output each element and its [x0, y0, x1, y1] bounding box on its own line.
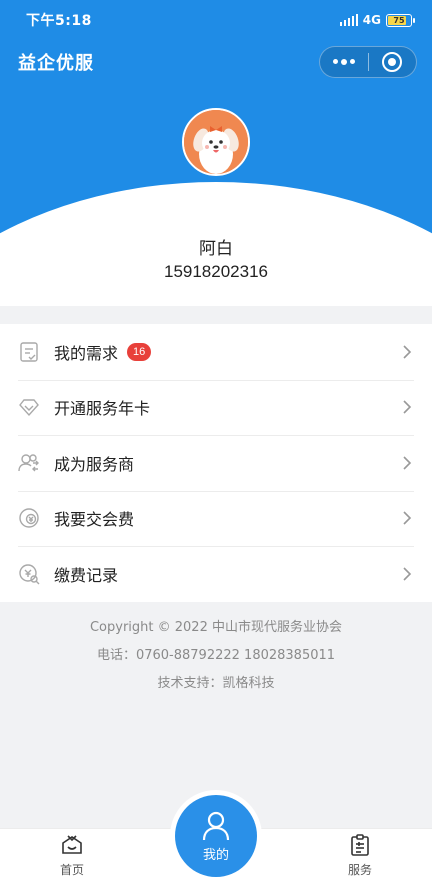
target-circle-icon	[382, 52, 403, 72]
menu-item-pay-fee[interactable]: 我要交会费	[0, 490, 432, 547]
menu-list: 我的需求 16 开通服务年卡 成为服务商 我要交会费 缴费记录	[0, 324, 432, 602]
tab-mine[interactable]: 我的	[175, 795, 257, 877]
chevron-right-icon	[402, 399, 414, 415]
mini-program-capsule	[319, 46, 417, 78]
user-icon	[202, 811, 230, 840]
user-phone: 15918202316	[163, 262, 268, 281]
battery-icon: 75	[386, 13, 415, 27]
tab-label: 首页	[59, 863, 84, 877]
menu-item-payment-records[interactable]: 缴费记录	[0, 546, 432, 602]
count-badge: 16	[127, 342, 152, 361]
menu-item-label: 我的需求	[54, 343, 119, 363]
chevron-right-icon	[402, 510, 414, 526]
app-title: 益企优服	[18, 53, 94, 74]
signal-icon	[339, 14, 358, 26]
chevron-right-icon	[402, 566, 414, 582]
tab-service[interactable]: 服务	[320, 833, 400, 878]
users-exchange-icon	[18, 452, 40, 474]
contact-phone-text: 电话：0760-88792222 18028385011	[96, 648, 336, 663]
document-check-icon	[18, 341, 40, 363]
tab-label: 我的	[202, 847, 229, 863]
more-dots-icon	[332, 59, 355, 65]
more-button[interactable]	[320, 47, 368, 77]
status-time: 下午5:18	[26, 13, 92, 29]
home-gift-icon	[62, 835, 82, 854]
battery-level: 75	[393, 15, 405, 25]
title-bar: 益企优服	[0, 40, 432, 84]
menu-item-label: 成为服务商	[54, 454, 135, 474]
diamond-icon	[18, 396, 40, 418]
network-type: 4G	[362, 13, 381, 27]
tab-label: 服务	[347, 863, 372, 877]
menu-item-label: 开通服务年卡	[54, 399, 151, 419]
chevron-right-icon	[402, 344, 414, 360]
coin-icon	[18, 507, 40, 529]
status-indicators: 4G 75	[339, 13, 415, 27]
copyright-text: Copyright © 2022 中山市现代服务业协会	[89, 620, 342, 635]
puppy-avatar-icon	[184, 110, 248, 174]
avatar[interactable]	[182, 108, 250, 176]
tech-support-text: 技术支持：凯格科技	[157, 676, 275, 691]
menu-item-label: 我要交会费	[54, 510, 135, 530]
menu-item-label: 缴费记录	[54, 565, 119, 585]
user-name: 阿白	[199, 239, 233, 259]
status-bar: 下午5:18 4G 75	[0, 0, 432, 40]
yen-search-icon	[18, 563, 40, 585]
close-mini-program-button[interactable]	[369, 47, 417, 77]
menu-item-my-demands[interactable]: 我的需求 16	[0, 324, 432, 380]
clipboard-list-icon	[351, 834, 369, 856]
menu-item-become-provider[interactable]: 成为服务商	[0, 435, 432, 491]
profile-header: 阿白 15918202316	[0, 84, 432, 306]
footer-info: Copyright © 2022 中山市现代服务业协会 电话：0760-8879…	[0, 614, 432, 698]
menu-item-annual-card[interactable]: 开通服务年卡	[0, 379, 432, 436]
tab-home[interactable]: 首页	[32, 833, 112, 878]
chevron-right-icon	[402, 455, 414, 471]
